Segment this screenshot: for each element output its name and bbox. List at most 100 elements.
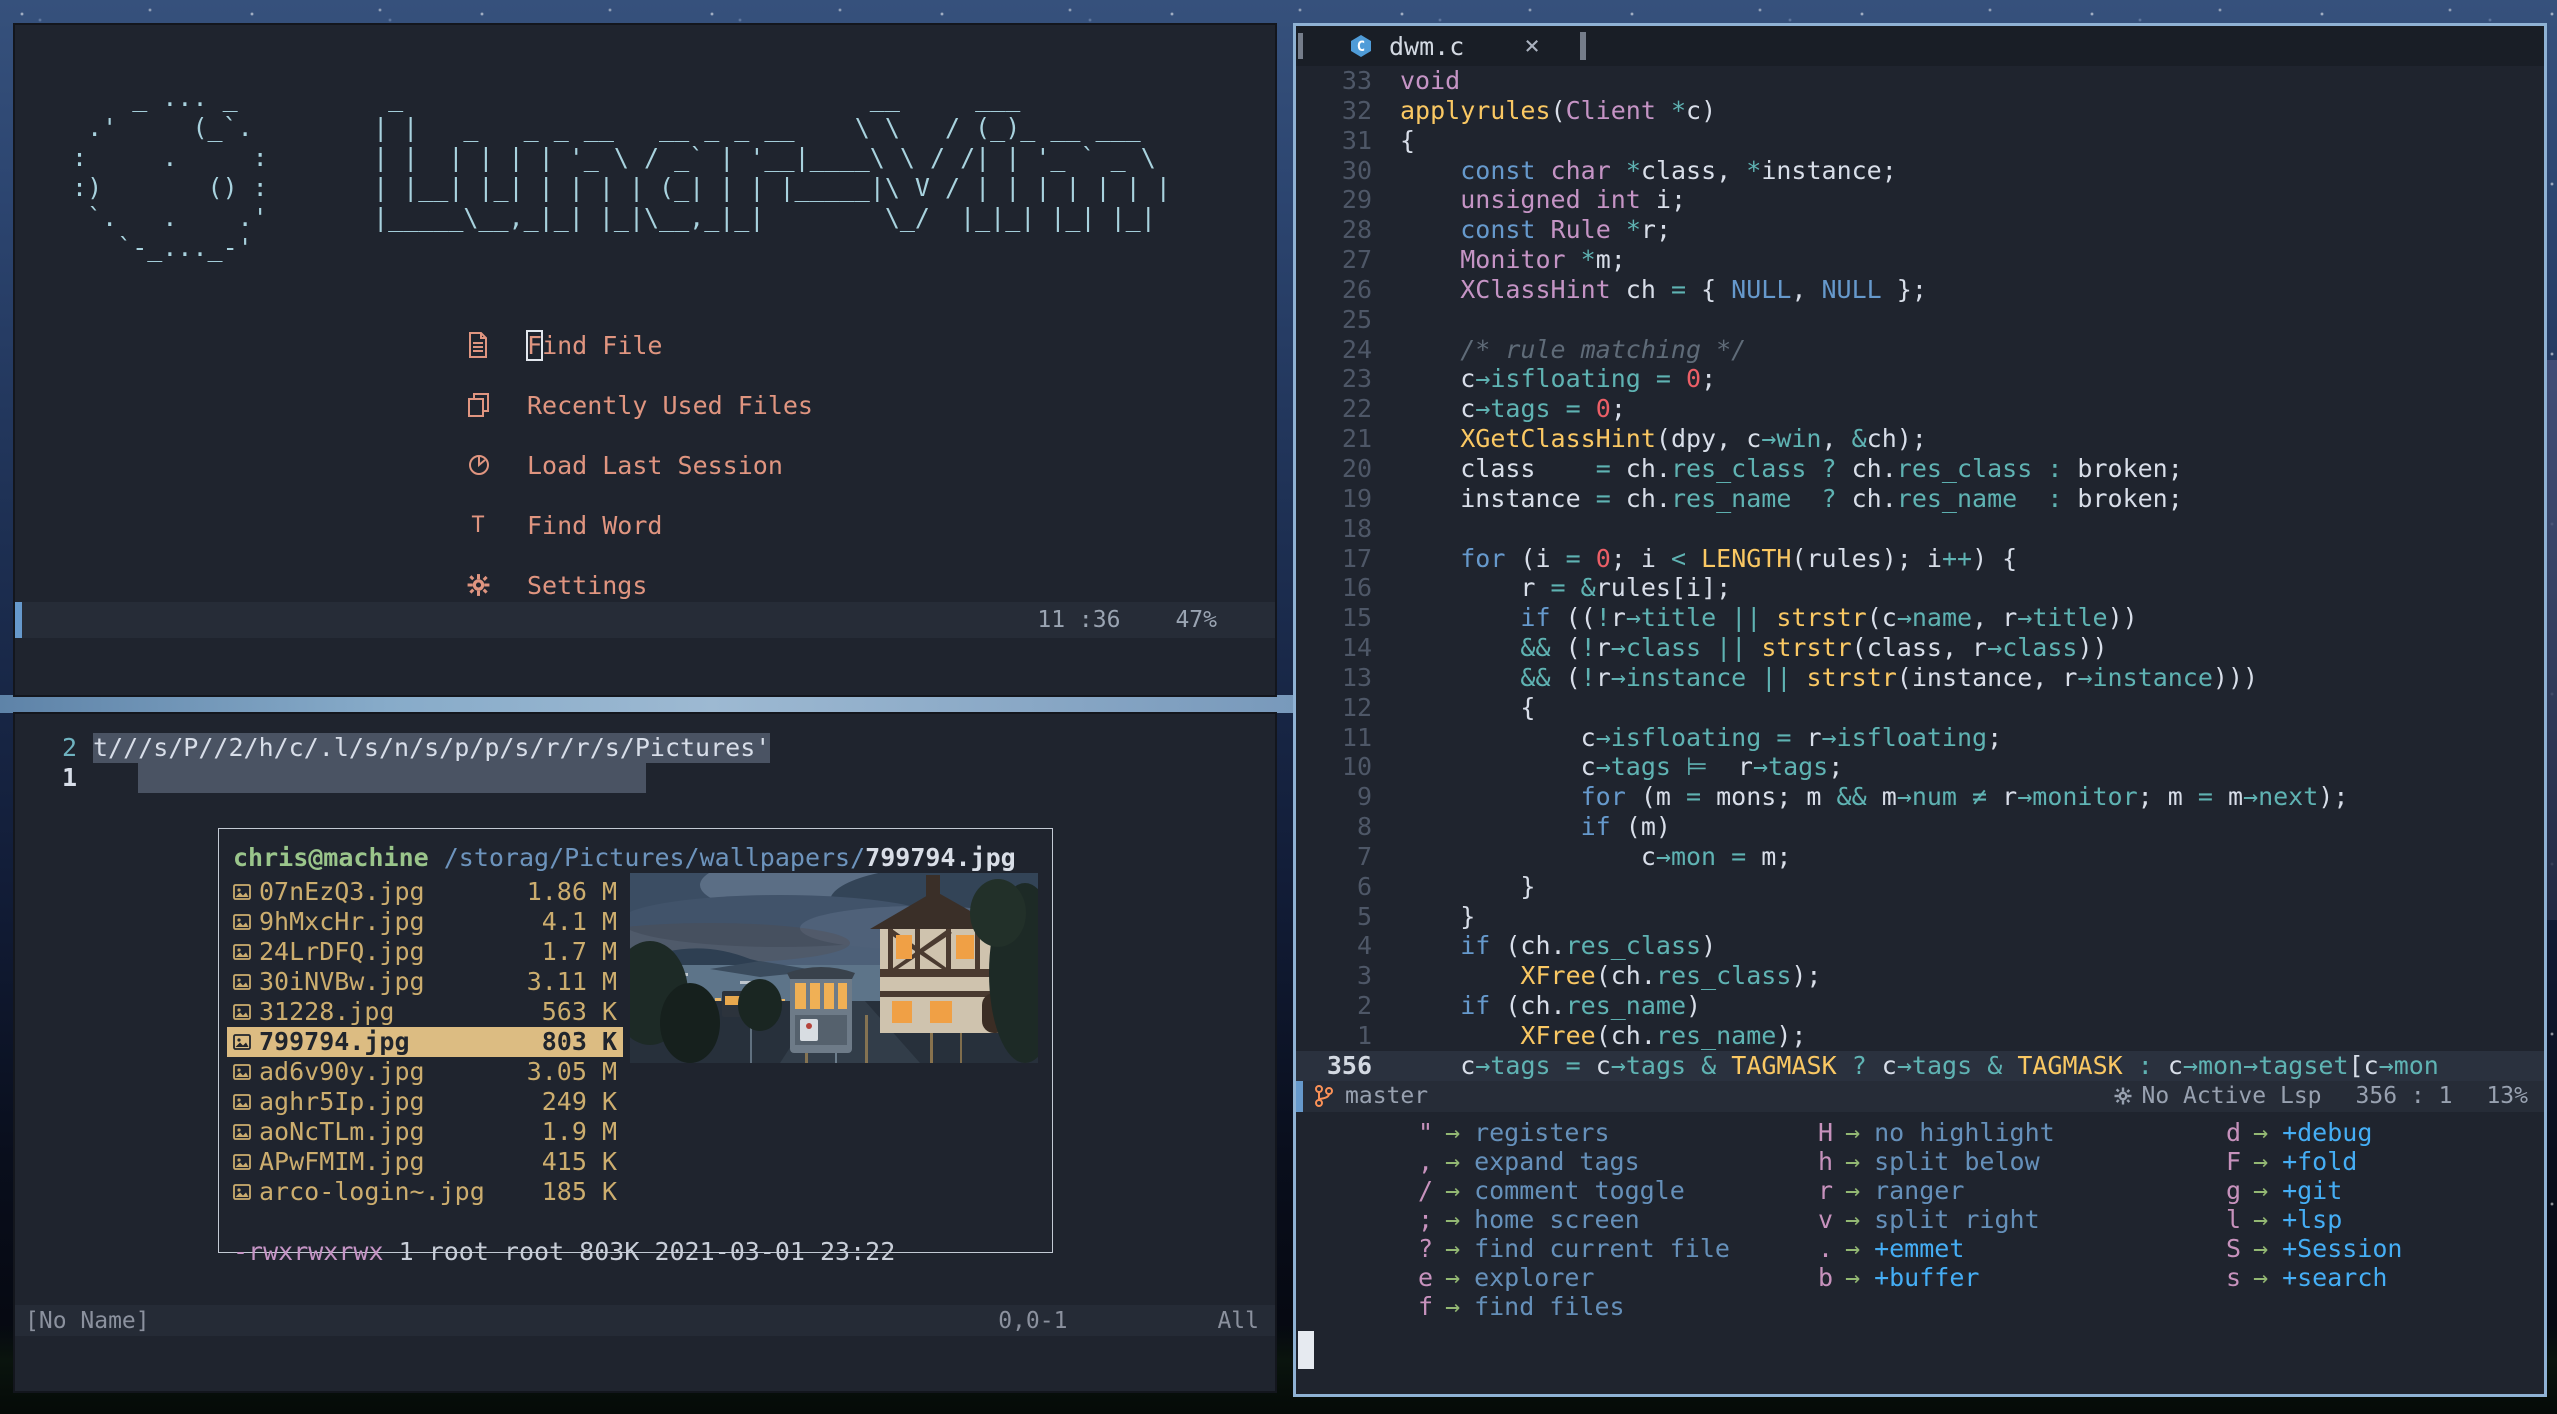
whichkey-binding[interactable]: v → split right — [1696, 1205, 2055, 1234]
code-line[interactable]: 6 } — [1296, 872, 2544, 902]
code-line[interactable]: 33 void — [1296, 66, 2544, 96]
whichkey-binding[interactable]: / → comment toggle — [1296, 1176, 1730, 1205]
whichkey-binding[interactable]: f → find files — [1296, 1292, 1730, 1321]
code-line[interactable]: 28 const Rule *r; — [1296, 215, 2544, 245]
code-line[interactable]: 17 for (i = 0; i < LENGTH(rules); i++) { — [1296, 544, 2544, 574]
file-row[interactable]: ad6v90y.jpg 3.05 M — [227, 1057, 623, 1087]
tab-dwm-c[interactable]: C dwm.c × — [1303, 26, 1558, 66]
file-row[interactable]: 9hMxcHr.jpg 4.1 M — [227, 907, 623, 937]
whichkey-binding[interactable]: g → +git — [2104, 1176, 2402, 1205]
code-line[interactable]: 19 instance = ch.res_name ? ch.res_name … — [1296, 484, 2544, 514]
code-line[interactable]: 7 c→mon = m; — [1296, 842, 2544, 872]
file-row[interactable]: 31228.jpg 563 K — [227, 997, 623, 1027]
whichkey-label: +search — [2282, 1262, 2388, 1292]
whichkey-binding[interactable]: h → split below — [1696, 1147, 2055, 1176]
code-line[interactable]: 24 /* rule matching */ — [1296, 335, 2544, 365]
whichkey-binding[interactable]: b → +buffer — [1696, 1263, 2055, 1292]
file-row-selected[interactable]: 799794.jpg 803 K — [227, 1027, 623, 1057]
code-line[interactable]: 16 r = &rules[i]; — [1296, 573, 2544, 603]
whichkey-key: f — [1417, 1291, 1433, 1321]
code-area[interactable]: 33 void 32 applyrules(Client *c) 31{30 const… — [1296, 66, 2544, 1081]
file-row[interactable]: 30iNVBw.jpg 3.11 M — [227, 967, 623, 997]
whichkey-label: registers — [1474, 1117, 1610, 1147]
code-line[interactable]: 4 if (ch.res_class) — [1296, 931, 2544, 961]
code-line[interactable]: 31 { — [1296, 126, 2544, 156]
whichkey-binding[interactable]: S → +Session — [2104, 1234, 2403, 1263]
code-line[interactable]: 2 if (ch.res_name) — [1296, 991, 2544, 1021]
code-line[interactable]: 21 XGetClassHint(dpy, c→win, &ch); — [1296, 424, 2544, 454]
code-line[interactable]: 22 c→tags = 0; — [1296, 394, 2544, 424]
image-file-icon — [233, 914, 259, 930]
dashboard-menu-item-find-word[interactable]: T Find Word — [467, 510, 813, 540]
window-code-editor[interactable]: C dwm.c × 33 void 32 applyrules(Client *c) 3… — [1293, 23, 2547, 1397]
gear-icon — [467, 572, 501, 598]
whichkey-binding[interactable]: r → ranger — [1696, 1176, 2055, 1205]
svg-text:C: C — [1357, 39, 1365, 55]
code-line[interactable]: 23 c→isfloating = 0; — [1296, 364, 2544, 394]
whichkey-binding[interactable]: F → +fold — [2104, 1147, 2402, 1176]
whichkey-binding[interactable]: . → +emmet — [1696, 1234, 2055, 1263]
code-line[interactable]: 32 applyrules(Client *c) — [1296, 96, 2544, 126]
code-line[interactable]: 12 { — [1296, 693, 2544, 723]
line-number: 15 — [1341, 603, 1372, 633]
dashboard-menu-item-load-last-session[interactable]: Load Last Session — [467, 450, 813, 480]
code-line[interactable]: 29 unsigned int i; — [1296, 185, 2544, 215]
file-picker-panel[interactable]: chris@machine /storag/Pictures/wallpaper… — [218, 828, 1053, 1266]
whichkey-binding[interactable]: l → +lsp — [2104, 1205, 2402, 1234]
file-size: 1.7 M — [541, 937, 617, 966]
code-line[interactable]: 18 — [1296, 514, 2544, 544]
dashboard-menu-item-find-file[interactable]: Find File — [467, 329, 813, 361]
file-row[interactable]: arco-login~.jpg 185 K — [227, 1177, 623, 1207]
code-line[interactable]: 25 — [1296, 305, 2544, 335]
whichkey-binding[interactable]: " → registers — [1296, 1118, 1730, 1147]
line-number: 19 — [1341, 483, 1372, 513]
code-line[interactable]: 9 for (m = mons; m && m→num ≠ r→monitor;… — [1296, 782, 2544, 812]
user-host: chris@machine — [233, 843, 429, 872]
code-line[interactable]: 20 class = ch.res_class ? ch.res_class :… — [1296, 454, 2544, 484]
code-text: for (m = mons; m && m→num ≠ r→monitor; m… — [1580, 782, 2349, 812]
whichkey-binding[interactable]: s → +search — [2104, 1263, 2402, 1292]
arrow-right-icon: → — [1445, 1175, 1461, 1205]
file-row[interactable]: APwFMIM.jpg 415 K — [227, 1147, 623, 1177]
dashboard-menu-item-recently-used-files[interactable]: Recently Used Files — [467, 390, 813, 420]
code-line[interactable]: 15 if ((!r→title || strstr(c→name, r→tit… — [1296, 603, 2544, 633]
code-line[interactable]: 5 } — [1296, 902, 2544, 932]
whichkey-binding[interactable]: H → no highlight — [1696, 1118, 2055, 1147]
code-line[interactable]: 8 if (m) — [1296, 812, 2544, 842]
code-line[interactable]: 13 && (!r→instance || strstr(instance, r… — [1296, 663, 2544, 693]
line-number: 8 — [1356, 812, 1372, 842]
code-line[interactable]: 14 && (!r→class || strstr(class, r→class… — [1296, 633, 2544, 663]
code-line[interactable]: 30 const char *class, *instance; — [1296, 156, 2544, 186]
file-name: arco-login~.jpg — [259, 1177, 485, 1206]
whichkey-binding[interactable]: , → expand tags — [1296, 1147, 1730, 1176]
file-row[interactable]: 07nEzQ3.jpg 1.86 M — [227, 877, 623, 907]
image-file-icon — [233, 884, 259, 900]
arrow-right-icon: → — [1445, 1117, 1461, 1147]
code-line[interactable]: 27 Monitor *m; — [1296, 245, 2544, 275]
file-name: 799794.jpg — [259, 1027, 410, 1056]
code-line[interactable]: 11 c→isfloating = r→isfloating; — [1296, 723, 2544, 753]
menu-item-label: Find File — [525, 329, 663, 361]
file-name: 24LrDFQ.jpg — [259, 937, 425, 966]
dashboard-menu-item-settings[interactable]: Settings — [467, 570, 813, 600]
whichkey-binding[interactable]: ; → home screen — [1296, 1205, 1730, 1234]
file-row[interactable]: 24LrDFQ.jpg 1.7 M — [227, 937, 623, 967]
code-line[interactable]: 26 XClassHint ch = { NULL, NULL }; — [1296, 275, 2544, 305]
window-scratch-buffer[interactable]: 2 t///s/P//2/h/c/.l/s/n/s/p/p/s/r/r/s/Pi… — [13, 712, 1277, 1393]
code-line[interactable]: 10 c→tags ⊨ r→tags; — [1296, 752, 2544, 782]
whichkey-binding[interactable]: ? → find current file — [1296, 1234, 1730, 1263]
file-size: 3.11 M — [526, 967, 617, 996]
code-line[interactable]: 1 XFree(ch.res_name); — [1296, 1021, 2544, 1051]
line-number: 28 — [1341, 215, 1372, 245]
code-line-current[interactable]: 356 c→tags = c→tags & TAGMASK ? c→tags &… — [1296, 1050, 2544, 1081]
buffer-line-1[interactable]: 1 — [15, 763, 1275, 793]
file-row[interactable]: aghr5Ip.jpg 249 K — [227, 1087, 623, 1117]
whichkey-binding[interactable]: e → explorer — [1296, 1263, 1730, 1292]
whichkey-binding[interactable]: d → +debug — [2104, 1118, 2402, 1147]
buffer-line-2[interactable]: 2 t///s/P//2/h/c/.l/s/n/s/p/p/s/r/r/s/Pi… — [15, 733, 1275, 763]
code-line[interactable]: 3 XFree(ch.res_class); — [1296, 961, 2544, 991]
file-row[interactable]: aoNcTLm.jpg 1.9 M — [227, 1117, 623, 1147]
window-lunarvim-dashboard[interactable]: _ ... _ _ __ ___ .' (_`. | | _ _ _ __ __… — [13, 23, 1277, 697]
tab-close-icon[interactable]: × — [1524, 31, 1540, 61]
